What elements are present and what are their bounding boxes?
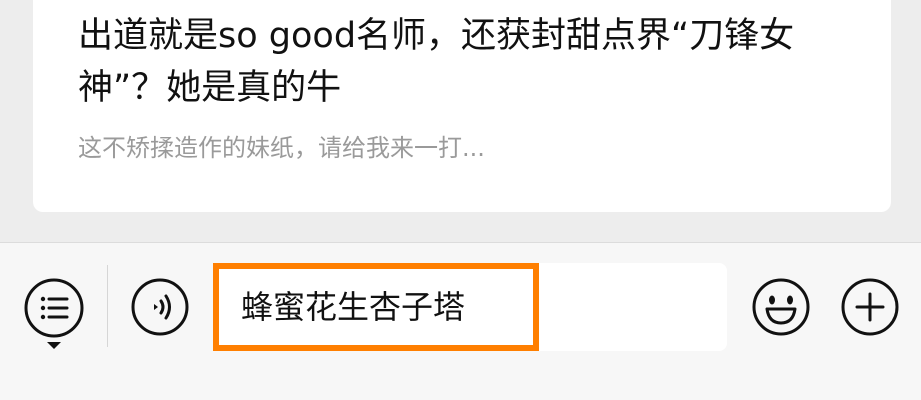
emoji-icon	[752, 278, 810, 336]
list-menu-icon	[24, 278, 84, 338]
input-bar: 蜂蜜花生杏子塔	[0, 242, 921, 400]
chat-screen: 出道就是so good名师，还获封甜点界“刀锋女神”？她是真的牛 这不矫揉造作的…	[0, 0, 921, 400]
article-card[interactable]: 出道就是so good名师，还获封甜点界“刀锋女神”？她是真的牛 这不矫揉造作的…	[33, 0, 891, 212]
message-input[interactable]: 蜂蜜花生杏子塔	[213, 263, 727, 351]
menu-button[interactable]	[23, 277, 85, 339]
voice-button[interactable]	[130, 277, 190, 337]
emoji-button[interactable]	[751, 277, 811, 337]
chevron-down-icon	[47, 342, 61, 349]
divider	[107, 265, 108, 347]
plus-button[interactable]	[840, 277, 900, 337]
article-title: 出道就是so good名师，还获封甜点界“刀锋女神”？她是真的牛	[78, 16, 795, 108]
plus-icon	[841, 278, 899, 336]
message-input-value: 蜂蜜花生杏子塔	[213, 263, 539, 351]
voice-icon	[131, 278, 189, 336]
article-summary: 这不矫揉造作的妹纸，请给我来一打...	[78, 134, 485, 162]
